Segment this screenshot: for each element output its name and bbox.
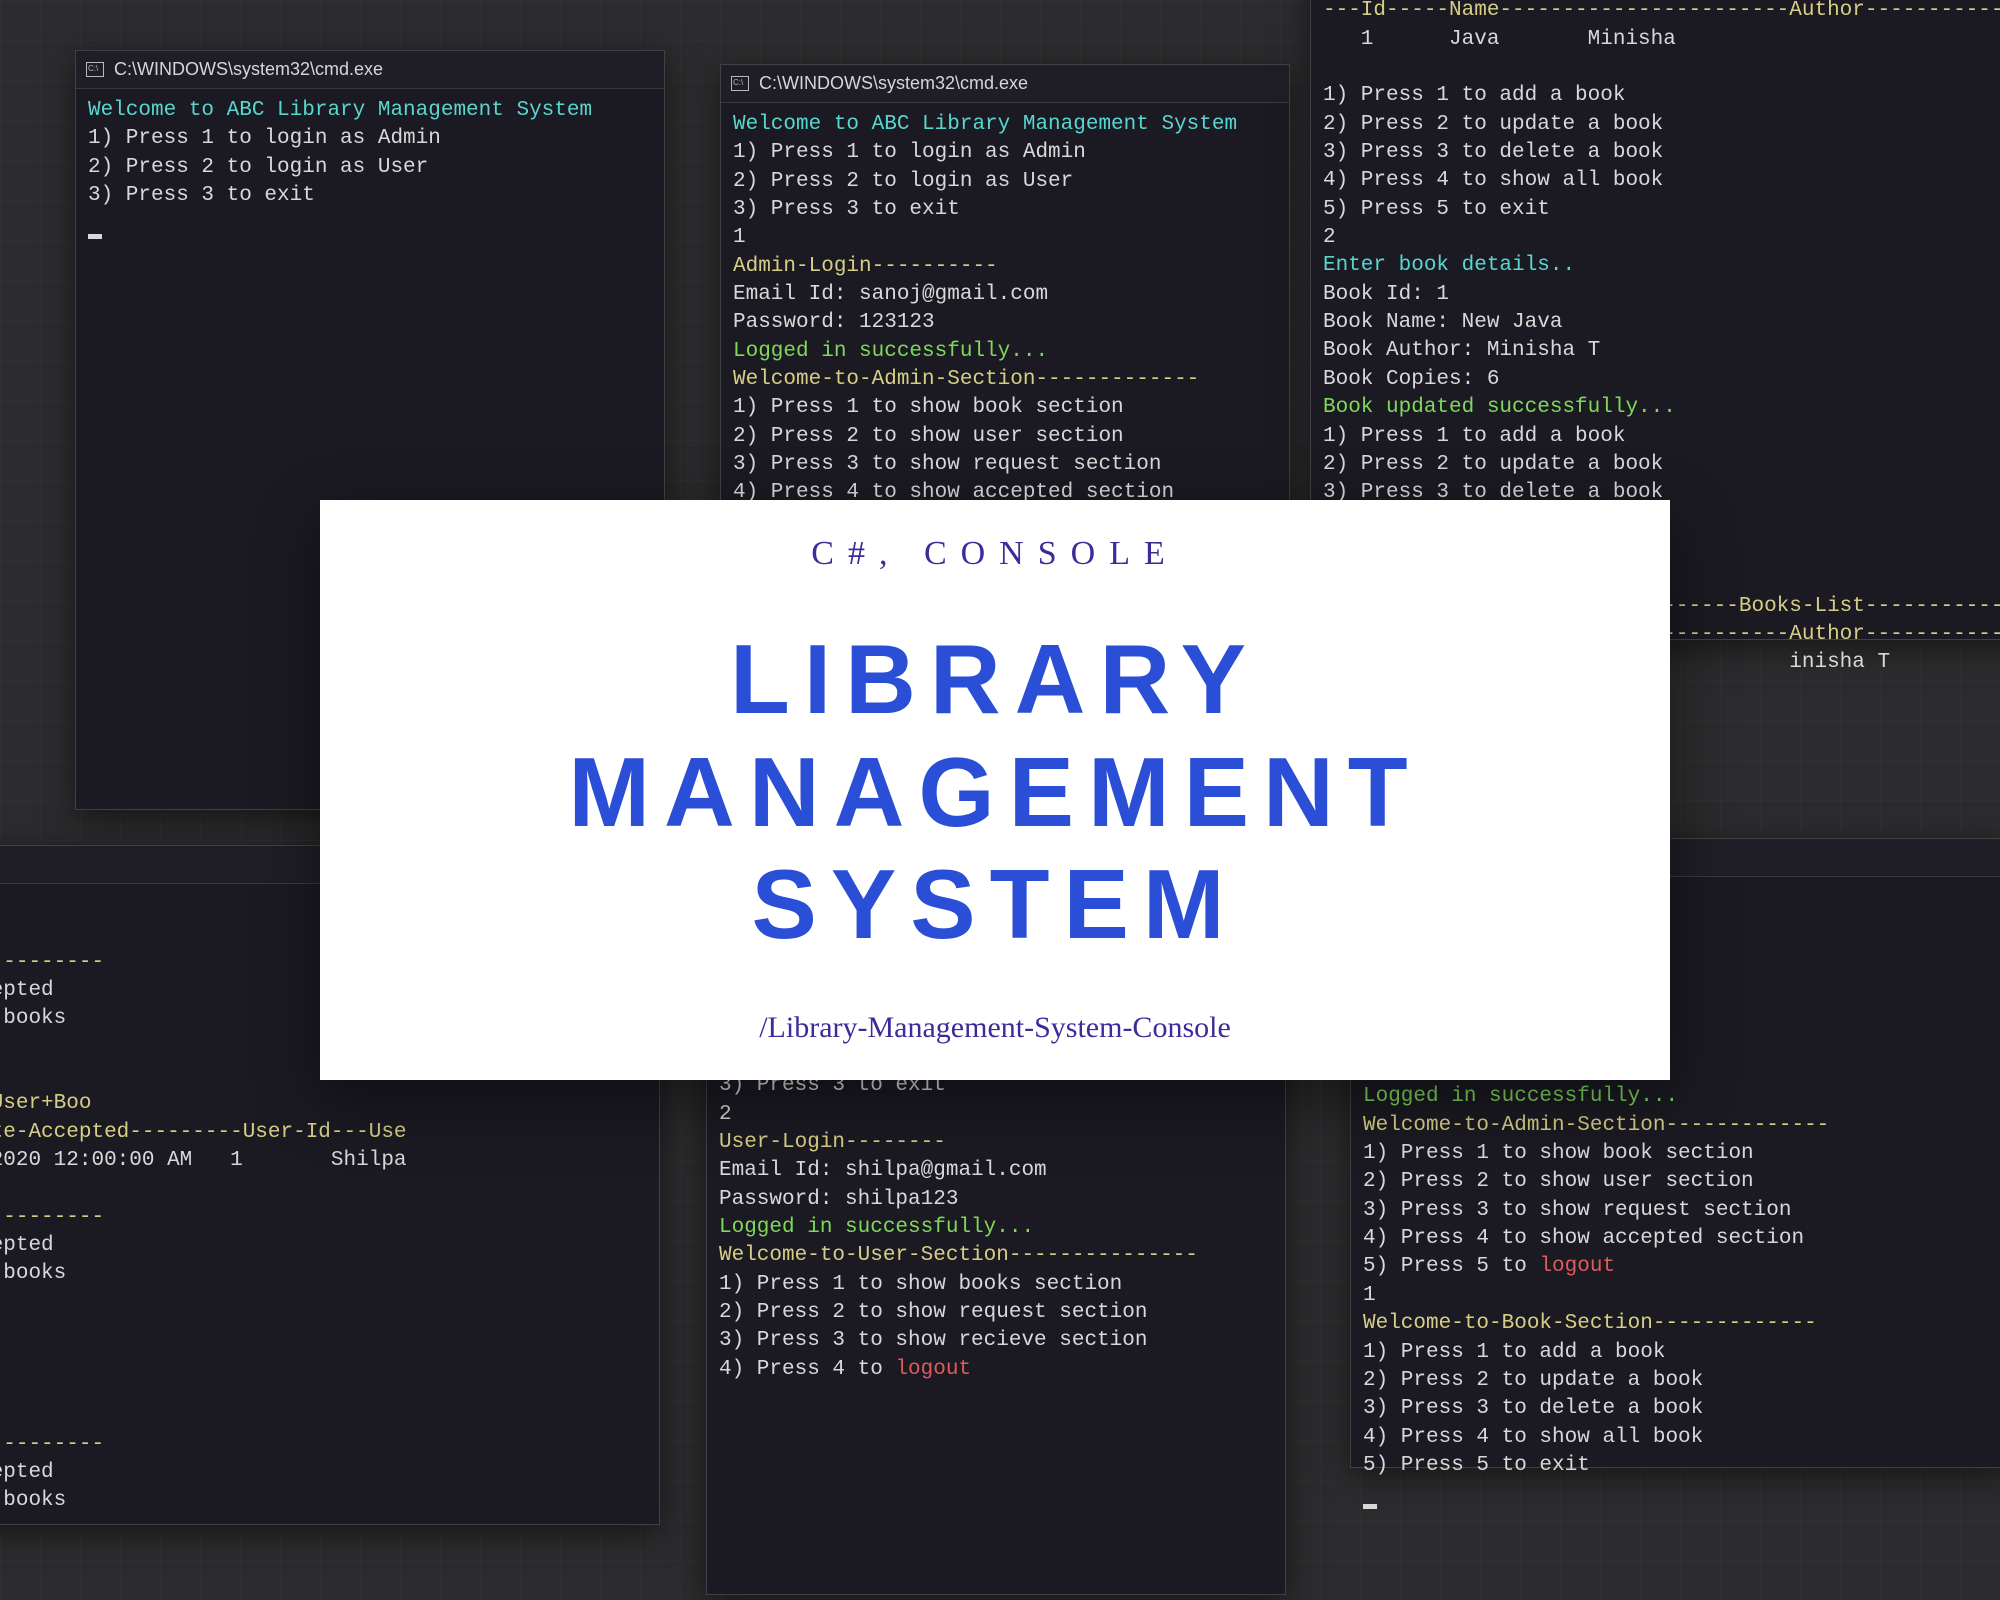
- field-line: Book Name: New Java: [1323, 311, 1562, 334]
- welcome-line: Welcome to ABC Library Management System: [733, 113, 1237, 136]
- card-title-line2: SYSTEM: [320, 848, 1670, 961]
- card-subtitle: C#, CONSOLE: [811, 535, 1178, 573]
- console-body[interactable]: Welcome to ABC Library Management System…: [721, 103, 1289, 548]
- menu-item: 2) Press 2 to update a book: [1323, 113, 1663, 136]
- table-row: 1 Java Minisha 3: [1323, 28, 2000, 51]
- menu-item: 4) Press 4 to show accepted section: [1363, 1227, 1804, 1250]
- menu-item: 2) Press 2 to show request section: [719, 1301, 1147, 1324]
- menu-item: 2) Press 2 to update a book: [1363, 1369, 1703, 1392]
- card-title: LIBRARY MANAGEMENT SYSTEM: [320, 623, 1670, 961]
- user-input: 2: [719, 1103, 732, 1126]
- menu-item: 4) Press 4 to show all book: [1363, 1426, 1703, 1449]
- menu-item: ess 2 to takeback accepted books: [0, 1489, 66, 1512]
- card-path: /Library-Management-System-Console: [759, 1011, 1231, 1045]
- menu-item: 3) Press 3 to delete a book: [1363, 1397, 1703, 1420]
- logout-text: logout: [1539, 1255, 1615, 1278]
- menu-item: 1) Press 1 to login as Admin: [733, 141, 1086, 164]
- menu-item: 2) Press 2 to show user section: [733, 425, 1124, 448]
- table-row: Advanced C 5/20/2020 12:00:00 AM 1 Shilp…: [0, 1149, 419, 1172]
- menu-item: 5) Press 5 to exit: [1323, 198, 1550, 221]
- section-header: Welcome-to-Admin-Section-------------: [733, 368, 1199, 391]
- menu-item: 1) Press 1 to login as Admin: [88, 127, 441, 150]
- menu-item: 3) Press 3 to show request section: [1363, 1199, 1791, 1222]
- menu-item: 2) Press 2 to login as User: [88, 156, 428, 179]
- menu-item: 3) Press 3 to show request section: [733, 453, 1161, 476]
- menu-item: 5) Press 5 to: [1363, 1255, 1539, 1278]
- title-card: C#, CONSOLE LIBRARY MANAGEMENT SYSTEM /L…: [320, 500, 1670, 1080]
- menu-item: 4) Press 4 to show all book: [1323, 169, 1663, 192]
- menu-item: ess 2 to takeback accepted books: [0, 1262, 66, 1285]
- menu-item: ess 1 to show all book accepted: [0, 1234, 54, 1257]
- section-header: ome-to-Accepted-Section------------: [0, 1206, 104, 1229]
- menu-item: 3) Press 3 to delete a book: [1323, 141, 1663, 164]
- section-header: Welcome-to-Book-Section-------------: [1363, 1312, 1817, 1335]
- field-line: Email Id: sanoj@gmail.com: [733, 283, 1048, 306]
- menu-item: 5) Press 5 to exit: [1363, 1454, 1590, 1477]
- menu-item: 3) Press 3 to exit: [733, 198, 960, 221]
- success-msg: Logged in successfully...: [1363, 1085, 1678, 1108]
- cmd-icon: [731, 76, 749, 91]
- section-header: Welcome-to-Admin-Section-------------: [1363, 1114, 1829, 1137]
- field-line: Book Copies: 6: [1323, 368, 1499, 391]
- field-line: Password: 123123: [733, 311, 935, 334]
- menu-item: 1) Press 1 to show books section: [719, 1273, 1122, 1296]
- menu-item: 3) Press 3 to show recieve section: [719, 1329, 1147, 1352]
- cmd-window-bottom-mid: 2) Press 2 to login as User 3) Press 3 t…: [706, 1035, 1286, 1595]
- table-columns: ---Id-----Name-----------------------Aut…: [1323, 0, 2000, 22]
- card-title-line1: LIBRARY MANAGEMENT: [320, 623, 1670, 848]
- cursor: [1363, 1504, 1377, 1509]
- prompt-line: Enter book details..: [1323, 254, 1575, 277]
- welcome-line: Welcome to ABC Library Management System: [88, 99, 592, 122]
- field-line: Book Author: Minisha T: [1323, 339, 1600, 362]
- titlebar[interactable]: C:\WINDOWS\system32\cmd.exe: [76, 51, 664, 89]
- titlebar[interactable]: C:\WINDOWS\system32\cmd.exe: [721, 65, 1289, 103]
- menu-item: 1) Press 1 to show book section: [733, 396, 1124, 419]
- success-msg: Logged in successfully...: [719, 1216, 1034, 1239]
- menu-item: 1) Press 1 to add a book: [1323, 84, 1625, 107]
- menu-item: ess 1 to show all book accepted: [0, 979, 54, 1002]
- menu-item: 4) Press 4 to: [719, 1358, 895, 1381]
- menu-item: ess 2 to takeback accepted books: [0, 1007, 66, 1030]
- logout-text: logout: [895, 1358, 971, 1381]
- menu-item: 1) Press 1 to add a book: [1323, 425, 1625, 448]
- section-header: User-Login--------: [719, 1131, 946, 1154]
- menu-item: 2) Press 2 to update a book: [1323, 453, 1663, 476]
- section-header: ome-to-Accepted-Section------------: [0, 951, 104, 974]
- table-header: --------------------------User+Boo: [0, 1092, 91, 1115]
- window-title: C:\WINDOWS\system32\cmd.exe: [114, 59, 383, 80]
- cmd-icon: [86, 62, 104, 77]
- console-body[interactable]: 2) Press 2 to login as User 3) Press 3 t…: [707, 1036, 1285, 1396]
- field-line: Book Id: 1: [1323, 283, 1449, 306]
- section-header: Admin-Login----------: [733, 255, 998, 278]
- console-body[interactable]: Welcome to ABC Library Management System…: [76, 89, 664, 251]
- table-columns: k-Id---Book-Name--------Date-Accepted---…: [0, 1121, 407, 1144]
- menu-item: 3) Press 3 to exit: [88, 184, 315, 207]
- user-input: 1: [733, 226, 746, 249]
- user-input: 1: [1363, 1284, 1376, 1307]
- window-title: C:\WINDOWS\system32\cmd.exe: [759, 73, 1028, 94]
- field-line: Email Id: shilpa@gmail.com: [719, 1159, 1047, 1182]
- cursor: [88, 234, 102, 239]
- success-msg: Logged in successfully...: [733, 340, 1048, 363]
- success-msg: Book updated successfully...: [1323, 396, 1676, 419]
- section-header: Welcome-to-User-Section---------------: [719, 1244, 1198, 1267]
- menu-item: ess 1 to show all book accepted: [0, 1461, 54, 1484]
- menu-item: 1) Press 1 to show book section: [1363, 1142, 1754, 1165]
- menu-item: 2) Press 2 to login as User: [733, 170, 1073, 193]
- user-input: 2: [1323, 226, 1336, 249]
- field-line: Password: shilpa123: [719, 1188, 958, 1211]
- menu-item: 1) Press 1 to add a book: [1363, 1341, 1665, 1364]
- menu-item: 2) Press 2 to show user section: [1363, 1170, 1754, 1193]
- section-header: ome-to-Accepted-Section------------: [0, 1433, 104, 1456]
